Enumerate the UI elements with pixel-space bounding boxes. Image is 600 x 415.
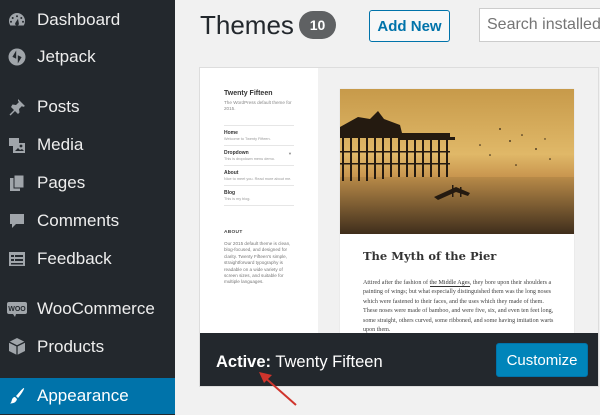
annotation-arrow-icon [259,372,297,406]
preview-nav-sub: Welcome to Twenty Fifteen. [224,137,271,141]
admin-sidebar: Dashboard Jetpack Posts Media Pages Comm… [0,0,175,415]
preview-site-title: Twenty Fifteen [224,90,273,97]
preview-sidebar: Twenty Fifteen The WordPress default the… [200,68,318,333]
sidebar-item-products[interactable]: Products [0,329,175,365]
pages-icon [6,172,28,194]
sidebar-item-label: Comments [37,211,120,230]
sidebar-item-comments[interactable]: Comments [0,203,175,239]
preview-nav-sub: This is my blog. [224,197,251,201]
sidebar-item-label: Jetpack [37,47,96,66]
sidebar-item-media[interactable]: Media [0,127,175,163]
sidebar-item-label: Products [37,337,105,356]
products-icon [6,336,28,358]
preview-post-title: The Myth of the Pier [363,249,497,263]
preview-nav-label: Home [224,130,238,136]
pier-photo [340,89,574,234]
theme-count-badge: 10 [299,11,336,39]
jetpack-icon [6,46,28,68]
sidebar-item-label: Pages [37,173,86,192]
chevron-down-icon: ▼ [288,151,292,156]
add-new-button[interactable]: Add New [369,10,450,42]
search-themes-input[interactable] [479,8,600,42]
sidebar-item-label: Media [37,135,84,154]
preview-nav-item: Home Welcome to Twenty Fifteen. [224,125,294,145]
woocommerce-icon: WOO [6,298,28,320]
svg-text:WOO: WOO [8,306,26,313]
preview-post: The Myth of the Pier Attired after the f… [340,89,574,339]
theme-card[interactable]: Twenty Fifteen The WordPress default the… [199,67,599,387]
sidebar-item-woocommerce[interactable]: WOO WooCommerce [0,291,175,327]
sidebar-item-posts[interactable]: Posts [0,89,175,125]
sidebar-item-label: Appearance [37,386,129,405]
preview-nav-item: Blog This is my blog. [224,185,294,206]
appearance-icon [6,385,28,407]
dashboard-icon [6,9,28,31]
comments-icon [6,210,28,232]
sidebar-item-label: Feedback [37,249,112,268]
preview-post-link: the Middle Ages [429,280,470,287]
sidebar-item-dashboard[interactable]: Dashboard [0,2,175,38]
preview-nav-item: Dropdown This is dropdown menu demo. ▼ [224,145,294,165]
preview-nav-sub: Nice to meet you. Read more about me. [224,177,292,181]
customize-button[interactable]: Customize [496,343,588,377]
sidebar-item-jetpack[interactable]: Jetpack [0,39,175,75]
media-icon [6,134,28,156]
preview-nav: Home Welcome to Twenty Fifteen. Dropdown… [224,125,294,206]
sidebar-item-label: Posts [37,97,80,116]
feedback-icon [6,248,28,270]
preview-nav-label: Blog [224,190,236,196]
page-title: Themes [200,10,294,40]
sidebar-item-feedback[interactable]: Feedback [0,241,175,277]
preview-nav-label: About [224,170,239,176]
pin-icon [6,96,28,118]
sidebar-item-pages[interactable]: Pages [0,165,175,201]
preview-nav-item: About Nice to meet you. Read more about … [224,165,294,185]
sidebar-item-label: WooCommerce [37,299,155,318]
theme-screenshot[interactable]: Twenty Fifteen The WordPress default the… [200,68,598,339]
preview-tagline: The WordPress default theme for 2015. [224,100,292,111]
preview-post-body: Attired after the fashion of the Middle … [363,279,559,335]
preview-nav-sub: This is dropdown menu demo. [224,157,275,161]
sidebar-item-appearance[interactable]: Appearance [0,378,175,414]
preview-post-text: Attired after the fashion of [363,280,430,286]
preview-about-heading: ABOUT [224,230,243,235]
sidebar-item-label: Dashboard [37,10,121,29]
preview-about-text: Our 2015 default theme is clean, blog-fo… [224,241,291,285]
preview-post-text: , they bore upon their shoulders a paint… [363,280,554,334]
preview-nav-label: Dropdown [224,150,249,156]
